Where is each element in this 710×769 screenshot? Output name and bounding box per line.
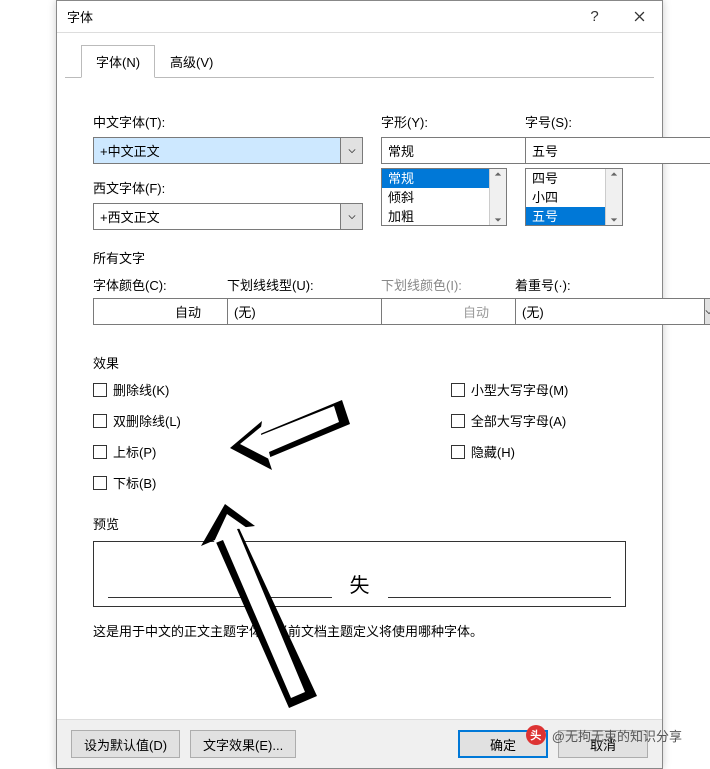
checkbox-icon	[451, 414, 465, 428]
window-title: 字体	[67, 7, 572, 26]
size-input[interactable]	[525, 137, 710, 164]
titlebar: 字体 ?	[57, 1, 662, 33]
description-text: 这是用于中文的正文主题字体。当前文档主题定义将使用哪种字体。	[93, 621, 626, 640]
preview-text: 失	[332, 569, 388, 598]
watermark: 头 @无拘无束的知识分享	[526, 725, 682, 745]
west-font-label: 西文字体(F):	[93, 178, 363, 197]
all-text-label: 所有文字	[93, 248, 626, 267]
emphasis-select[interactable]	[515, 298, 587, 325]
tab-bar: 字体(N) 高级(V)	[65, 33, 654, 78]
scrollbar[interactable]	[605, 169, 622, 225]
checkbox-icon	[451, 383, 465, 397]
underline-style-select[interactable]	[227, 298, 357, 325]
panel-body: 中文字体(T): 西文字体(F): 字形(Y): 常规 倾斜	[57, 78, 662, 650]
size-input-wrap[interactable]	[525, 137, 623, 164]
size-listbox[interactable]: 四号 小四 五号	[525, 168, 623, 226]
checkbox-strikethrough[interactable]: 删除线(K)	[93, 380, 181, 399]
chevron-down-icon[interactable]	[341, 203, 363, 230]
checkbox-smallcaps[interactable]: 小型大写字母(M)	[451, 380, 569, 399]
watermark-logo-icon: 头	[526, 725, 546, 745]
checkbox-icon	[451, 445, 465, 459]
checkbox-icon	[93, 445, 107, 459]
tab-font[interactable]: 字体(N)	[81, 45, 155, 78]
font-color-label: 字体颜色(C):	[93, 275, 203, 294]
checkbox-double-strikethrough[interactable]: 双删除线(L)	[93, 411, 181, 430]
emphasis-value[interactable]	[515, 298, 705, 325]
tab-advanced[interactable]: 高级(V)	[155, 45, 228, 78]
preview-line	[108, 597, 332, 598]
size-label: 字号(S):	[525, 112, 623, 131]
scrollbar[interactable]	[489, 169, 506, 225]
font-dialog: 字体 ? 字体(N) 高级(V) 中文字体(T): 西文字体(F):	[56, 0, 663, 769]
close-button[interactable]	[617, 1, 662, 33]
underline-color-select	[381, 298, 491, 325]
list-item[interactable]: 倾斜	[382, 188, 489, 207]
cn-font-input[interactable]	[93, 137, 341, 164]
cn-font-label: 中文字体(T):	[93, 112, 363, 131]
style-input-wrap[interactable]	[381, 137, 507, 164]
list-item[interactable]: 常规	[382, 169, 489, 188]
checkbox-icon	[93, 476, 107, 490]
checkbox-icon	[93, 414, 107, 428]
checkbox-allcaps[interactable]: 全部大写字母(A)	[451, 411, 569, 430]
set-default-button[interactable]: 设为默认值(D)	[71, 730, 180, 758]
style-label: 字形(Y):	[381, 112, 507, 131]
checkbox-icon	[93, 383, 107, 397]
preview-box: 失	[93, 541, 626, 607]
preview-line	[388, 597, 612, 598]
chevron-down-icon[interactable]	[705, 298, 710, 325]
underline-color-label: 下划线颜色(I):	[381, 275, 491, 294]
checkbox-subscript[interactable]: 下标(B)	[93, 473, 181, 492]
watermark-text: @无拘无束的知识分享	[552, 726, 682, 745]
list-item[interactable]: 加粗	[382, 207, 489, 225]
list-item[interactable]: 五号	[526, 207, 605, 225]
cn-font-select[interactable]	[93, 137, 363, 164]
text-effects-button[interactable]: 文字效果(E)...	[190, 730, 296, 758]
checkbox-superscript[interactable]: 上标(P)	[93, 442, 181, 461]
list-item[interactable]: 四号	[526, 169, 605, 188]
style-listbox[interactable]: 常规 倾斜 加粗	[381, 168, 507, 226]
checkbox-hidden[interactable]: 隐藏(H)	[451, 442, 569, 461]
chevron-down-icon[interactable]	[341, 137, 363, 164]
effects-label: 效果	[93, 353, 626, 372]
emphasis-label: 着重号(·):	[515, 275, 587, 294]
underline-style-label: 下划线线型(U):	[227, 275, 357, 294]
west-font-input[interactable]	[93, 203, 341, 230]
help-button[interactable]: ?	[572, 1, 617, 33]
font-color-select[interactable]	[93, 298, 203, 325]
preview-label: 预览	[93, 514, 626, 533]
west-font-select[interactable]	[93, 203, 363, 230]
list-item[interactable]: 小四	[526, 188, 605, 207]
